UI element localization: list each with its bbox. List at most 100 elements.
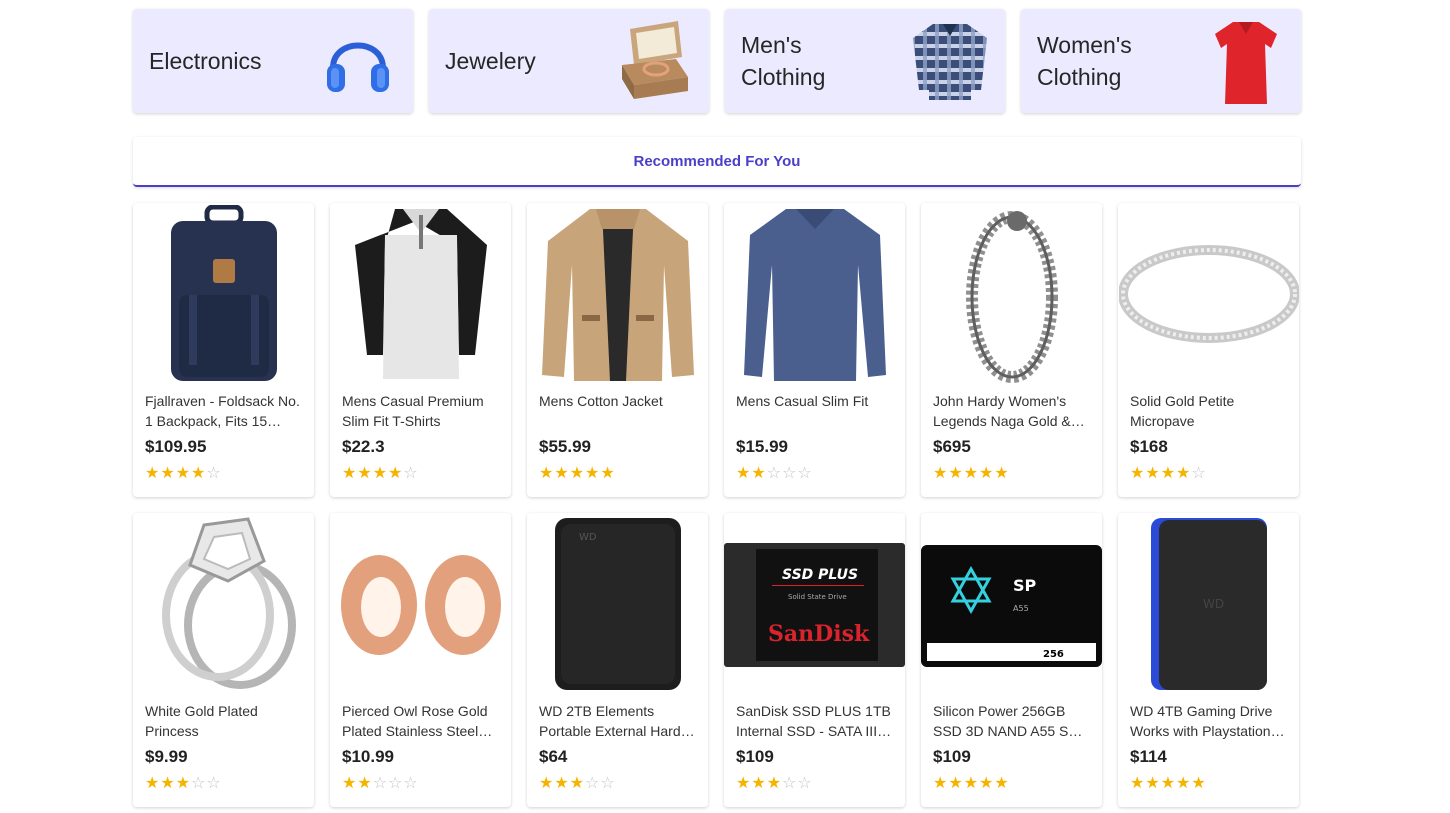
product-title[interactable]: Fjallraven - Foldsack No. 1 Backpack, Fi… xyxy=(145,391,302,431)
product-title[interactable]: Mens Casual Premium Slim Fit T-Shirts xyxy=(342,391,499,431)
bracelet-icon xyxy=(921,203,1102,385)
star-empty-icon: ☆ xyxy=(797,775,813,792)
silver-ring-icon xyxy=(1118,203,1299,385)
product-title[interactable]: WD 2TB Elements Portable External Hard D… xyxy=(539,701,696,741)
star-filled-icon: ★ xyxy=(736,775,752,792)
product-card[interactable]: Pierced Owl Rose Gold Plated Stainless S… xyxy=(330,513,511,807)
long-sleeve-shirt-icon xyxy=(724,203,905,385)
product-card[interactable]: WD WD 2TB Elements Portable External Har… xyxy=(527,513,708,807)
star-filled-icon: ★ xyxy=(600,465,616,482)
category-card-jewelery[interactable]: Jewelery xyxy=(429,9,709,113)
star-empty-icon: ☆ xyxy=(600,775,616,792)
product-rating: ★★★★☆ xyxy=(1130,463,1287,483)
product-price: $109.95 xyxy=(145,437,207,456)
sp-logo: SP xyxy=(1013,576,1037,595)
product-title[interactable]: Pierced Owl Rose Gold Plated Stainless S… xyxy=(342,701,499,741)
star-filled-icon: ★ xyxy=(963,775,980,792)
star-empty-icon: ☆ xyxy=(403,465,419,482)
product-price: $109 xyxy=(736,747,774,766)
product-price: $55.99 xyxy=(539,437,591,456)
star-filled-icon: ★ xyxy=(1176,465,1192,482)
product-title[interactable]: Mens Casual Slim Fit xyxy=(736,391,893,431)
product-title[interactable]: John Hardy Women's Legends Naga Gold & S… xyxy=(933,391,1090,431)
product-card[interactable]: Mens Casual Premium Slim Fit T-Shirts $2… xyxy=(330,203,511,497)
backpack-icon xyxy=(133,203,314,385)
product-price: $695 xyxy=(933,437,971,456)
category-card-mens-clothing[interactable]: Men's Clothing xyxy=(725,9,1005,113)
product-card[interactable]: Solid Gold Petite Micropave $168 ★★★★☆ xyxy=(1118,203,1299,497)
star-filled-icon: ★ xyxy=(1176,775,1192,792)
category-label: Women's Clothing xyxy=(1037,32,1132,90)
star-empty-icon: ☆ xyxy=(388,775,404,792)
star-filled-icon: ★ xyxy=(569,775,586,792)
product-rating: ★★☆☆☆ xyxy=(342,773,499,793)
star-filled-icon: ★ xyxy=(1145,775,1161,792)
product-rating: ★★★★★ xyxy=(933,463,1090,483)
product-card[interactable]: John Hardy Women's Legends Naga Gold & S… xyxy=(921,203,1102,497)
product-title[interactable]: Mens Cotton Jacket xyxy=(539,391,696,431)
star-empty-icon: ☆ xyxy=(191,775,207,792)
product-rating: ★★★★★ xyxy=(1130,773,1287,793)
star-filled-icon: ★ xyxy=(160,775,176,792)
star-filled-icon: ★ xyxy=(1130,465,1146,482)
star-filled-icon: ★ xyxy=(979,465,995,482)
product-title[interactable]: White Gold Plated Princess xyxy=(145,701,302,741)
product-rating: ★★☆☆☆ xyxy=(736,463,893,483)
sandisk-ssd-icon: SSD PLUS Solid State Drive SanDisk xyxy=(724,513,905,695)
product-title[interactable]: Solid Gold Petite Micropave xyxy=(1130,391,1287,431)
external-drive-icon: WD xyxy=(527,513,708,695)
star-filled-icon: ★ xyxy=(539,465,555,482)
category-card-electronics[interactable]: Electronics xyxy=(133,9,413,113)
star-filled-icon: ★ xyxy=(569,465,586,482)
product-card[interactable]: Mens Cotton Jacket $55.99 ★★★★★ xyxy=(527,203,708,497)
star-filled-icon: ★ xyxy=(994,775,1010,792)
product-price: $114 xyxy=(1130,747,1167,766)
product-price: $168 xyxy=(1130,437,1168,456)
star-filled-icon: ★ xyxy=(751,465,767,482)
product-card[interactable]: White Gold Plated Princess $9.99 ★★★☆☆ xyxy=(133,513,314,807)
raglan-shirt-icon xyxy=(330,203,511,385)
star-empty-icon: ☆ xyxy=(797,465,813,482)
star-filled-icon: ★ xyxy=(1160,465,1177,482)
star-empty-icon: ☆ xyxy=(372,775,389,792)
product-title[interactable]: WD 4TB Gaming Drive Works with Playstati… xyxy=(1130,701,1287,741)
product-title[interactable]: SanDisk SSD PLUS 1TB Internal SSD - SATA… xyxy=(736,701,893,741)
star-filled-icon: ★ xyxy=(948,465,964,482)
product-price: $10.99 xyxy=(342,747,394,766)
star-filled-icon: ★ xyxy=(963,465,980,482)
star-filled-icon: ★ xyxy=(1130,775,1146,792)
star-filled-icon: ★ xyxy=(342,465,358,482)
product-rating: ★★★★★ xyxy=(933,773,1090,793)
star-empty-icon: ☆ xyxy=(1191,465,1207,482)
star-filled-icon: ★ xyxy=(342,775,358,792)
star-filled-icon: ★ xyxy=(145,775,161,792)
product-price: $64 xyxy=(539,747,568,766)
product-grid: Fjallraven - Foldsack No. 1 Backpack, Fi… xyxy=(133,203,1301,807)
product-card[interactable]: Mens Casual Slim Fit $15.99 ★★☆☆☆ xyxy=(724,203,905,497)
category-card-womens-clothing[interactable]: Women's Clothing xyxy=(1021,9,1301,113)
product-card[interactable]: SSD PLUS Solid State Drive SanDisk SanDi… xyxy=(724,513,905,807)
star-filled-icon: ★ xyxy=(539,775,555,792)
star-filled-icon: ★ xyxy=(554,775,570,792)
star-filled-icon: ★ xyxy=(175,465,192,482)
star-empty-icon: ☆ xyxy=(206,465,222,482)
product-card[interactable]: Fjallraven - Foldsack No. 1 Backpack, Fi… xyxy=(133,203,314,497)
product-card[interactable]: WD WD 4TB Gaming Drive Works with Playst… xyxy=(1118,513,1299,807)
product-price: $109 xyxy=(933,747,971,766)
sp-model: A55 xyxy=(1013,604,1029,613)
product-title[interactable]: Silicon Power 256GB SSD 3D NAND A55 SLC … xyxy=(933,701,1090,741)
sp-capacity: 256 xyxy=(1043,649,1064,660)
product-card[interactable]: SP A55 256 Silicon Power 256GB SSD 3D NA… xyxy=(921,513,1102,807)
wd-logo: WD xyxy=(1203,597,1224,611)
ring-box-icon xyxy=(615,15,693,107)
star-filled-icon: ★ xyxy=(933,465,949,482)
star-empty-icon: ☆ xyxy=(782,775,798,792)
star-filled-icon: ★ xyxy=(1160,775,1177,792)
headphones-icon xyxy=(319,15,397,107)
category-label: Men's Clothing xyxy=(741,32,826,90)
star-filled-icon: ★ xyxy=(554,465,570,482)
ssd-model-label: SSD PLUS xyxy=(782,567,858,583)
star-filled-icon: ★ xyxy=(175,775,192,792)
product-rating: ★★★★★ xyxy=(539,463,696,483)
star-filled-icon: ★ xyxy=(388,465,404,482)
